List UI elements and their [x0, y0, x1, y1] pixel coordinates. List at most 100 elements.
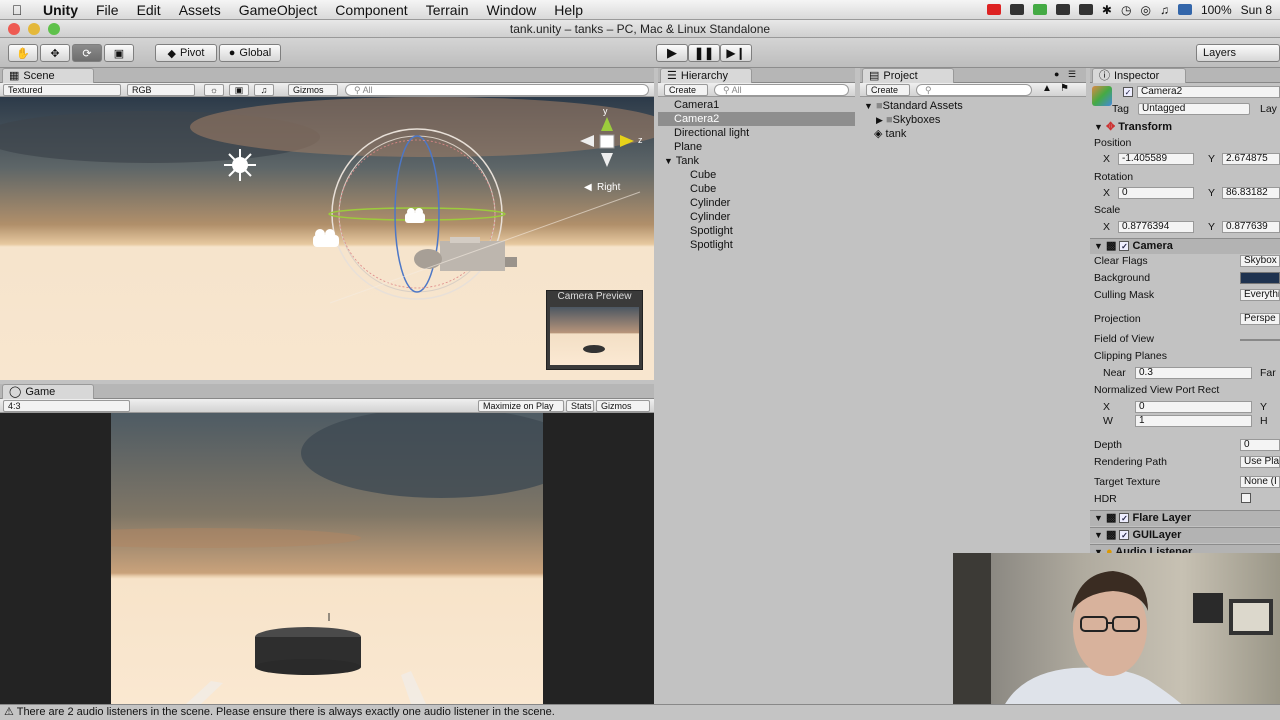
position-y-input[interactable]: 2.674875: [1222, 153, 1280, 165]
camera-enabled-checkbox[interactable]: ✓: [1119, 241, 1130, 251]
project-search-input[interactable]: ⚲: [916, 84, 1032, 96]
hierarchy-item-cylinder[interactable]: Cylinder: [658, 196, 855, 210]
scene-gizmos-dropdown[interactable]: Gizmos: [288, 84, 338, 96]
menu-help[interactable]: Help: [545, 2, 592, 18]
hierarchy-item-cube[interactable]: Cube: [658, 168, 855, 182]
menu-terrain[interactable]: Terrain: [417, 2, 478, 18]
play-button[interactable]: ▶: [656, 44, 688, 62]
maximize-on-play-toggle[interactable]: Maximize on Play: [478, 400, 564, 412]
chevron-down-icon[interactable]: ▼: [1090, 513, 1103, 523]
scene-search-input[interactable]: ⚲ All: [345, 84, 649, 96]
scale-x-input[interactable]: 0.8776394: [1118, 221, 1194, 233]
pivot-toggle[interactable]: ◆ Pivot: [155, 44, 217, 62]
airplay-icon[interactable]: [1055, 4, 1070, 15]
wifi-icon[interactable]: ◎: [1140, 3, 1150, 17]
pause-button[interactable]: ❚❚: [688, 44, 720, 62]
aspect-dropdown[interactable]: 4:3: [3, 400, 130, 412]
audio-toggle[interactable]: ♫: [254, 84, 274, 96]
hierarchy-item-camera1[interactable]: Camera1: [658, 98, 855, 112]
zoom-window-button[interactable]: [48, 23, 60, 35]
hierarchy-item-tank[interactable]: ▼ Tank: [658, 154, 855, 168]
battery-percent[interactable]: 100%: [1201, 3, 1232, 17]
tab-project[interactable]: ▤ Project: [862, 68, 954, 83]
rotation-x-input[interactable]: 0: [1118, 187, 1194, 199]
tab-scene[interactable]: ▦ Scene: [2, 68, 94, 83]
menu-file[interactable]: File: [87, 2, 128, 18]
rotation-y-input[interactable]: 86.83182: [1222, 187, 1280, 199]
depth-input[interactable]: 0: [1240, 439, 1280, 451]
lighting-toggle[interactable]: ☼: [204, 84, 224, 96]
scene-viewport[interactable]: y z ◀ Right Camera Preview: [0, 97, 654, 380]
console-status-bar[interactable]: ⚠ There are 2 audio listeners in the sce…: [0, 704, 1280, 720]
panel-menu-icon[interactable]: ☰: [1068, 69, 1076, 80]
sync-icon[interactable]: [1032, 4, 1047, 15]
menu-edit[interactable]: Edit: [128, 2, 170, 18]
hierarchy-item-plane[interactable]: Plane: [658, 140, 855, 154]
rendering-path-dropdown[interactable]: Use Play: [1240, 456, 1280, 468]
color-mode-dropdown[interactable]: RGB: [127, 84, 195, 96]
scale-y-input[interactable]: 0.877639: [1222, 221, 1280, 233]
project-create-dropdown[interactable]: Create: [866, 84, 910, 96]
projection-dropdown[interactable]: Perspe: [1240, 313, 1280, 325]
hdr-checkbox[interactable]: [1241, 493, 1251, 503]
position-x-input[interactable]: -1.405589: [1118, 153, 1194, 165]
tag-dropdown[interactable]: Untagged: [1138, 103, 1250, 115]
menu-component[interactable]: Component: [326, 2, 416, 18]
project-item-skyboxes[interactable]: ▶ ■Skyboxes: [860, 113, 1086, 127]
fov-slider[interactable]: [1240, 339, 1280, 341]
near-input[interactable]: 0.3: [1135, 367, 1252, 379]
step-button[interactable]: ▶❙: [720, 44, 752, 62]
record-icon[interactable]: [986, 4, 1001, 15]
chevron-down-icon[interactable]: ▼: [1090, 122, 1103, 132]
filter-label-icon[interactable]: ⚑: [1060, 83, 1069, 94]
active-checkbox[interactable]: ✓: [1123, 87, 1133, 97]
lock-icon[interactable]: ●: [1054, 69, 1059, 79]
render-mode-dropdown[interactable]: Textured: [3, 84, 121, 96]
hand-tool-button[interactable]: ✋: [8, 44, 38, 62]
project-item-tank[interactable]: ◈ tank: [860, 127, 1086, 141]
stats-toggle[interactable]: Stats: [566, 400, 594, 412]
bluetooth-icon[interactable]: ✱: [1102, 3, 1112, 17]
flare-layer-component-header[interactable]: ▼ ▩ ✓ Flare Layer: [1090, 510, 1280, 526]
menu-gameobject[interactable]: GameObject: [230, 2, 327, 18]
project-item-standard-assets[interactable]: ▼ ■Standard Assets: [860, 99, 1086, 113]
viewport-w-input[interactable]: 1: [1135, 415, 1252, 427]
menu-window[interactable]: Window: [477, 2, 545, 18]
scale-tool-button[interactable]: ▣: [104, 44, 134, 62]
game-viewport[interactable]: [111, 413, 543, 704]
hierarchy-item-spotlight[interactable]: Spotlight: [658, 224, 855, 238]
tab-inspector[interactable]: ⓘ Inspector: [1092, 68, 1186, 83]
menu-assets[interactable]: Assets: [170, 2, 230, 18]
move-tool-button[interactable]: ✥: [40, 44, 70, 62]
layer-label[interactable]: Lay: [1260, 103, 1277, 115]
hierarchy-item-cylinder[interactable]: Cylinder: [658, 210, 855, 224]
hierarchy-item-camera2[interactable]: Camera2: [658, 112, 855, 126]
battery-tray-icon[interactable]: [1078, 4, 1093, 15]
guilayer-component-header[interactable]: ▼ ▩ ✓ GUILayer: [1090, 527, 1280, 543]
target-texture-field[interactable]: None (I: [1240, 476, 1280, 488]
layers-dropdown[interactable]: Layers: [1196, 44, 1280, 62]
apple-icon[interactable]: : [0, 2, 34, 18]
guilayer-checkbox[interactable]: ✓: [1119, 530, 1130, 540]
close-window-button[interactable]: [8, 23, 20, 35]
minimize-window-button[interactable]: [28, 23, 40, 35]
chevron-right-icon[interactable]: ▶: [876, 115, 883, 125]
tab-game[interactable]: ◯ Game: [2, 384, 94, 399]
volume-icon[interactable]: ♫: [1160, 3, 1169, 17]
menu-app[interactable]: Unity: [34, 2, 87, 18]
culling-mask-dropdown[interactable]: Everythi: [1240, 289, 1280, 301]
clock[interactable]: Sun 8: [1241, 3, 1272, 17]
time-machine-icon[interactable]: ◷: [1121, 3, 1131, 17]
image-toggle[interactable]: ▣: [229, 84, 249, 96]
clear-flags-dropdown[interactable]: Skybox: [1240, 255, 1280, 267]
camera-component-header[interactable]: ▼ ▩ ✓ Camera: [1090, 238, 1280, 254]
transform-component-header[interactable]: ▼ ✥ Transform: [1090, 120, 1280, 136]
hierarchy-item-spotlight[interactable]: Spotlight: [658, 238, 855, 252]
tab-hierarchy[interactable]: ☰ Hierarchy: [660, 68, 752, 83]
global-toggle[interactable]: ● Global: [219, 44, 281, 62]
object-name-input[interactable]: Camera2: [1137, 86, 1280, 98]
viewport-x-input[interactable]: 0: [1135, 401, 1252, 413]
adobe-icon[interactable]: [1009, 4, 1024, 15]
chevron-down-icon[interactable]: ▼: [1090, 530, 1103, 540]
game-gizmos-dropdown[interactable]: Gizmos: [596, 400, 650, 412]
